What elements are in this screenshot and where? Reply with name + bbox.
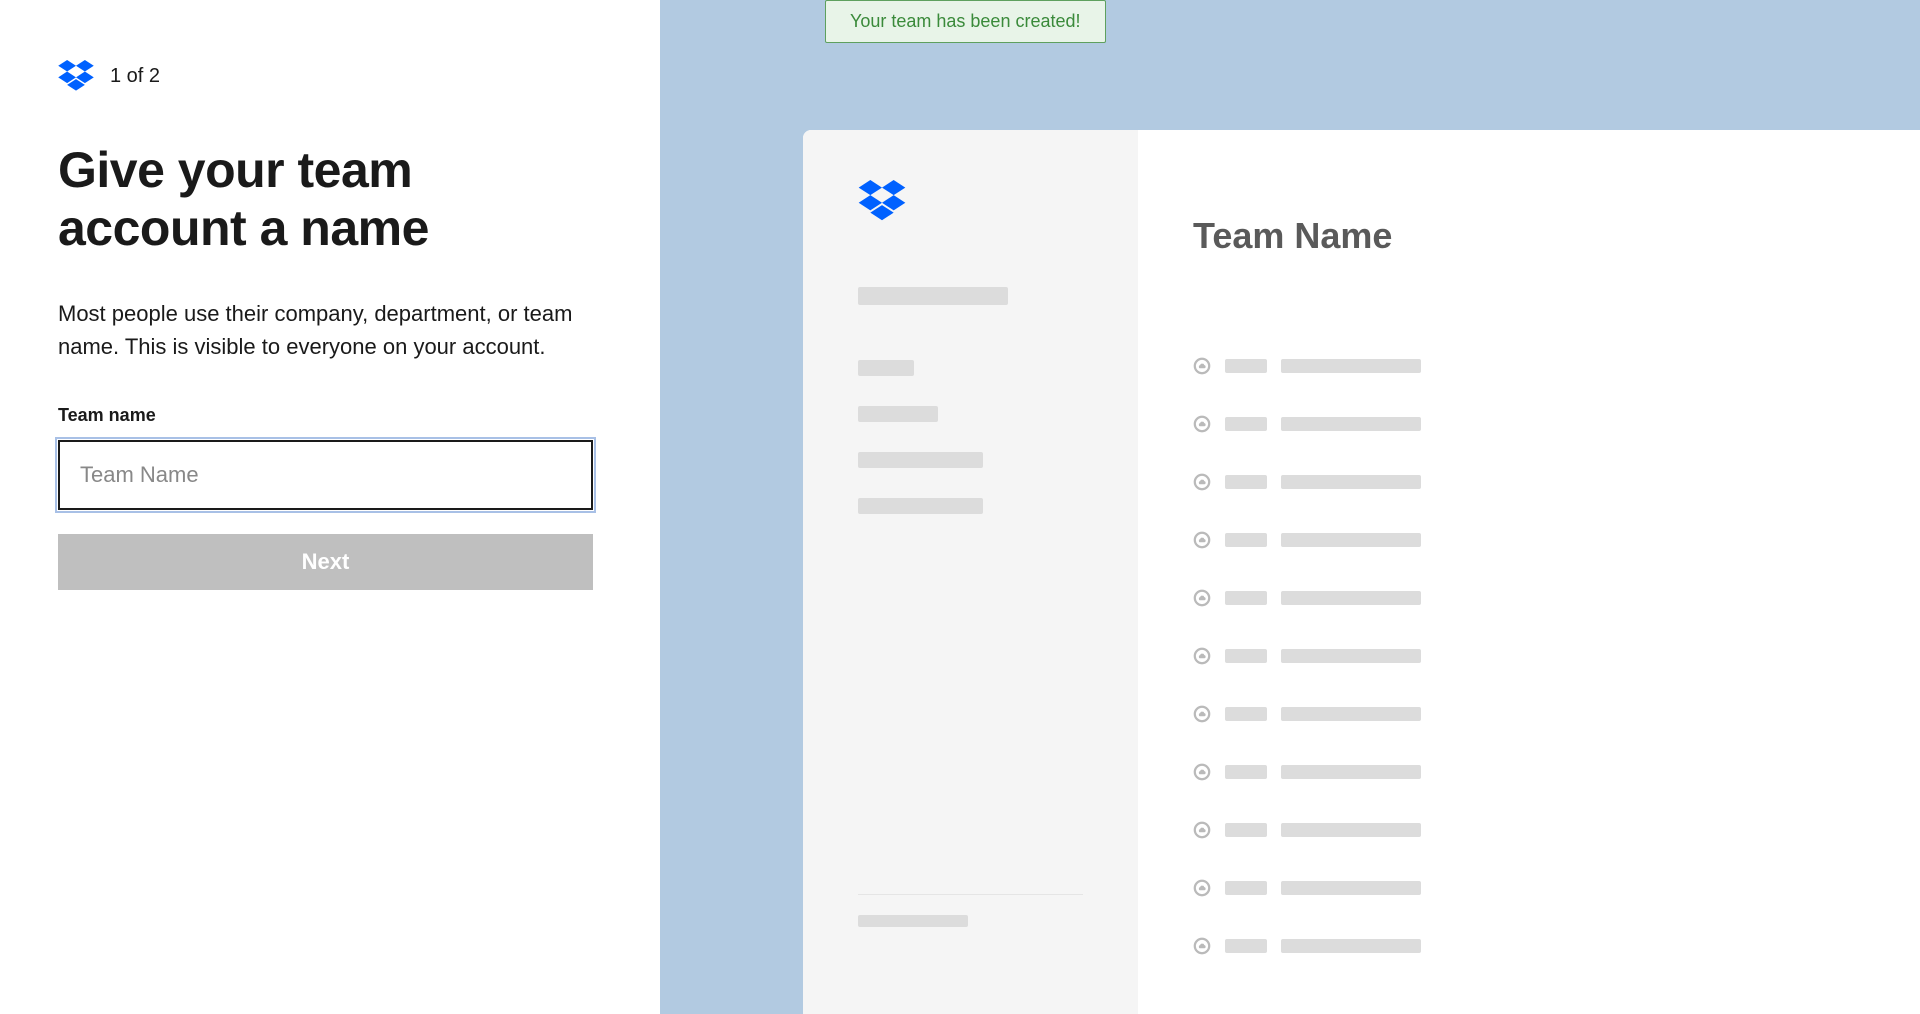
team-name-label: Team name <box>58 405 602 426</box>
cloud-icon <box>1193 937 1211 955</box>
preview-list-row <box>1193 589 1865 607</box>
preview-list-row <box>1193 879 1865 897</box>
skeleton-bar <box>858 360 914 376</box>
preview-list-row <box>1193 821 1865 839</box>
skeleton-bar <box>858 406 938 422</box>
preview-app-mockup: Team Name <box>803 130 1920 1014</box>
cloud-icon <box>1193 589 1211 607</box>
setup-form-panel: 1 of 2 Give your team account a name Mos… <box>0 0 660 1014</box>
skeleton-bar <box>1281 649 1421 663</box>
step-header: 1 of 2 <box>58 60 602 92</box>
skeleton-bar <box>1225 823 1267 837</box>
skeleton-bar <box>1225 765 1267 779</box>
skeleton-bar <box>1281 707 1421 721</box>
cloud-icon <box>1193 705 1211 723</box>
cloud-icon <box>1193 763 1211 781</box>
preview-list-row <box>1193 647 1865 665</box>
skeleton-bar <box>1281 881 1421 895</box>
skeleton-bar <box>1225 417 1267 431</box>
skeleton-bar <box>1225 533 1267 547</box>
cloud-icon <box>1193 531 1211 549</box>
skeleton-bar <box>1281 359 1421 373</box>
preview-list-row <box>1193 763 1865 781</box>
skeleton-bar <box>1225 881 1267 895</box>
dropbox-logo-icon <box>58 60 94 92</box>
skeleton-bar <box>1281 939 1421 953</box>
skeleton-bar <box>1225 591 1267 605</box>
skeleton-bar <box>1225 475 1267 489</box>
description-text: Most people use their company, departmen… <box>58 297 588 363</box>
skeleton-bar <box>858 452 983 468</box>
skeleton-bar <box>858 915 968 927</box>
preview-list-row <box>1193 415 1865 433</box>
preview-sidebar <box>803 130 1138 1014</box>
page-title: Give your team account a name <box>58 142 602 257</box>
skeleton-bar <box>1225 939 1267 953</box>
skeleton-bar <box>1281 417 1421 431</box>
skeleton-bar <box>1225 707 1267 721</box>
team-name-input[interactable] <box>58 440 593 510</box>
skeleton-bar <box>1225 359 1267 373</box>
skeleton-bar <box>1281 823 1421 837</box>
next-button[interactable]: Next <box>58 534 593 590</box>
preview-list-row <box>1193 705 1865 723</box>
skeleton-bar <box>1281 533 1421 547</box>
preview-list-row <box>1193 937 1865 955</box>
step-counter: 1 of 2 <box>110 65 160 88</box>
cloud-icon <box>1193 879 1211 897</box>
cloud-icon <box>1193 821 1211 839</box>
cloud-icon <box>1193 357 1211 375</box>
cloud-icon <box>1193 415 1211 433</box>
success-toast: Your team has been created! <box>825 0 1106 43</box>
preview-list-row <box>1193 531 1865 549</box>
cloud-icon <box>1193 473 1211 491</box>
preview-list-row <box>1193 473 1865 491</box>
skeleton-bar <box>1225 649 1267 663</box>
sidebar-divider <box>858 894 1083 895</box>
skeleton-bar <box>1281 475 1421 489</box>
preview-panel: Your team has been created! Team Name <box>660 0 1920 1014</box>
skeleton-bar <box>858 498 983 514</box>
cloud-icon <box>1193 647 1211 665</box>
preview-main-content: Team Name <box>1138 130 1920 1014</box>
skeleton-bar <box>1281 591 1421 605</box>
preview-dropbox-logo-icon <box>858 180 906 222</box>
skeleton-bar <box>1281 765 1421 779</box>
preview-list-row <box>1193 357 1865 375</box>
skeleton-bar <box>858 287 1008 305</box>
preview-team-title: Team Name <box>1193 215 1865 257</box>
